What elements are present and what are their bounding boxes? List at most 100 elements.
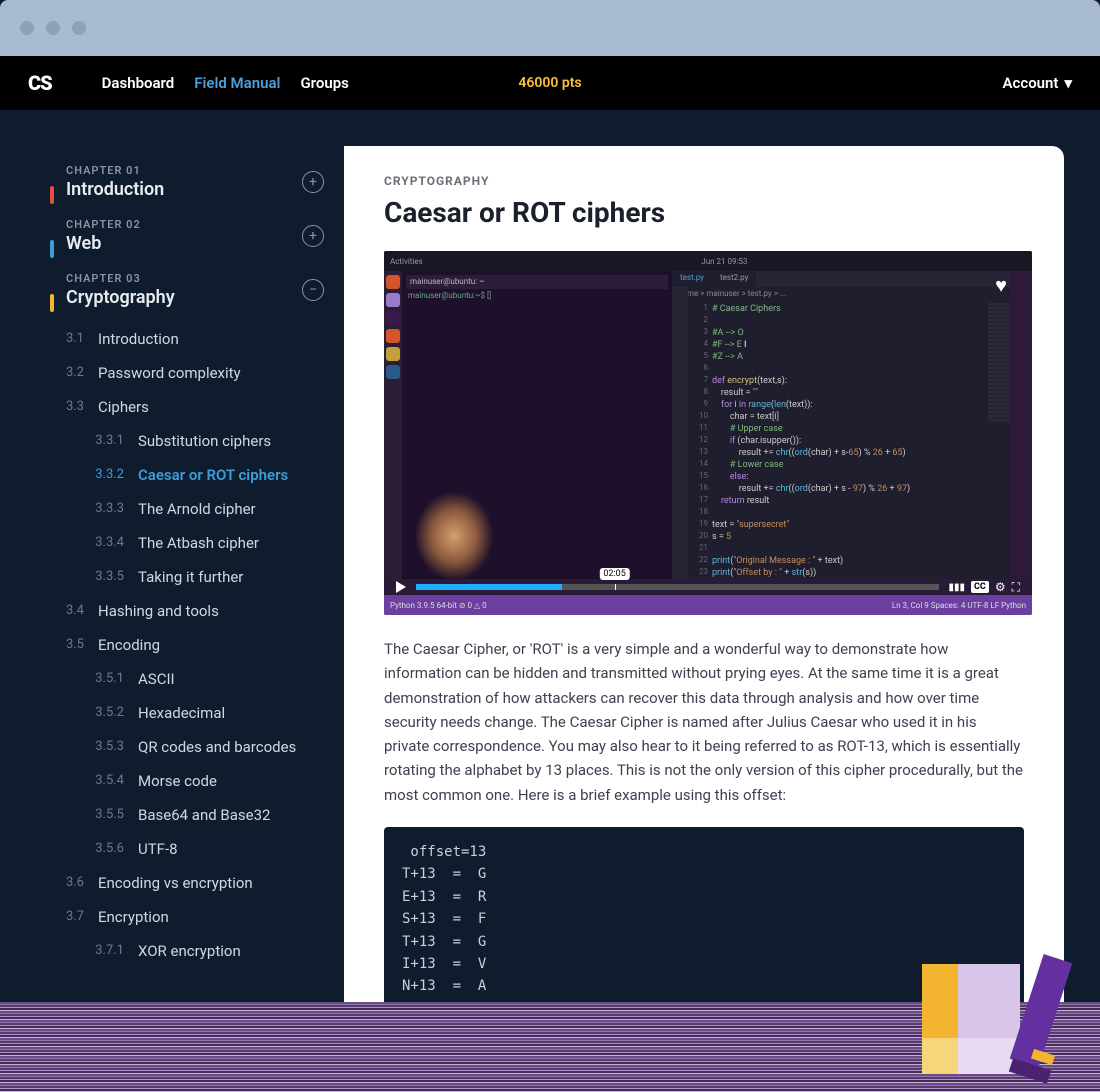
- toc-label: Ciphers: [98, 398, 149, 416]
- nav-dashboard[interactable]: Dashboard: [102, 74, 175, 92]
- toc-item[interactable]: 3.5.5Base64 and Base32: [56, 798, 324, 832]
- fullscreen-icon[interactable]: ⛶: [1012, 580, 1020, 595]
- toc-num: 3.5: [56, 636, 84, 654]
- toc-label: ASCII: [138, 670, 175, 688]
- chapter-2[interactable]: CHAPTER 02 Web +: [56, 218, 324, 254]
- editor-minimap: [988, 303, 1010, 423]
- toc-num: 3.5.6: [80, 840, 124, 858]
- sidebar: CHAPTER 01 Introduction + CHAPTER 02 Web…: [36, 146, 344, 1046]
- progress-bar[interactable]: 02:05: [416, 584, 939, 590]
- toc-label: Hexadecimal: [138, 704, 225, 722]
- toc-num: 3.3: [56, 398, 84, 416]
- expand-icon[interactable]: +: [302, 225, 324, 247]
- toc-num: 3.2: [56, 364, 84, 382]
- toc-num: 3.1: [56, 330, 84, 348]
- toc-item[interactable]: 3.3 Ciphers: [56, 390, 324, 424]
- gear-icon[interactable]: ⚙: [995, 580, 1006, 594]
- toc-item[interactable]: 3.1 Introduction: [56, 322, 324, 356]
- editor-code: # Caesar Ciphers #A --> O #F --> E I #Z …: [712, 303, 1006, 591]
- chapter-color-bar: [50, 294, 54, 312]
- toc-label: XOR encryption: [138, 942, 241, 960]
- toc-item[interactable]: 3.4Hashing and tools: [56, 594, 324, 628]
- toc-label: Encryption: [98, 908, 169, 926]
- nav-groups[interactable]: Groups: [300, 74, 348, 92]
- toc-label: Taking it further: [138, 568, 243, 586]
- video-controls[interactable]: 02:05 ▮▮▮ CC ⚙ ⛶: [384, 579, 1032, 595]
- toc-label: Introduction: [98, 330, 179, 348]
- breadcrumb: CRYPTOGRAPHY: [384, 174, 1024, 188]
- toc-label: The Arnold cipher: [138, 500, 256, 518]
- chapter-title: Introduction: [66, 179, 164, 200]
- heart-icon[interactable]: ♥: [995, 273, 1007, 298]
- chapter-color-bar: [50, 186, 54, 204]
- play-icon[interactable]: [396, 581, 406, 593]
- toc-item[interactable]: 3.7Encryption: [56, 900, 324, 934]
- toc-item[interactable]: 3.3.1 Substitution ciphers: [56, 424, 324, 458]
- toc-item[interactable]: 3.5.1 ASCII: [56, 662, 324, 696]
- chapter-title: Cryptography: [66, 287, 175, 308]
- browser-dot: [72, 21, 86, 35]
- toc-label: The Atbash cipher: [138, 534, 259, 552]
- toc-item[interactable]: 3.3.4The Atbash cipher: [56, 526, 324, 560]
- expand-icon[interactable]: +: [302, 171, 324, 193]
- toc-item[interactable]: 3.5.4 Morse code: [56, 764, 324, 798]
- toc-label: Base64 and Base32: [138, 806, 270, 824]
- toc-item[interactable]: 3.2 Password complexity: [56, 356, 324, 390]
- toc-item[interactable]: 3.5.3 QR codes and barcodes: [56, 730, 324, 764]
- content-area: CRYPTOGRAPHY Caesar or ROT ciphers Activ…: [344, 146, 1064, 1046]
- toc-item[interactable]: 3.5 Encoding: [56, 628, 324, 662]
- progress-marker: [615, 584, 616, 590]
- chapter-color-bar: [50, 240, 54, 258]
- chapter-num: CHAPTER 02: [66, 218, 141, 231]
- cc-button[interactable]: CC: [971, 581, 989, 593]
- toc-label: Encoding vs encryption: [98, 874, 253, 892]
- toc-item[interactable]: 3.3.3 The Arnold cipher: [56, 492, 324, 526]
- corner-badge: [922, 964, 1052, 1084]
- toc-num: 3.3.5: [80, 568, 124, 586]
- points-badge: 46000 pts: [518, 75, 581, 91]
- toc-item[interactable]: 3.7.1 XOR encryption: [56, 934, 324, 968]
- chapter-num: CHAPTER 01: [66, 164, 164, 177]
- collapse-icon[interactable]: −: [302, 279, 324, 301]
- toc-num: 3.5.2: [80, 704, 124, 722]
- toc-item[interactable]: 3.5.2 Hexadecimal: [56, 696, 324, 730]
- video-statusbar: Python 3.9.5 64-bit ⊘ 0 △ 0Ln 3, Col 9 S…: [384, 595, 1032, 615]
- toc-item[interactable]: 3.3.5 Taking it further: [56, 560, 324, 594]
- time-tooltip: 02:05: [599, 568, 629, 580]
- chapter-title: Web: [66, 233, 141, 254]
- toc-label: Encoding: [98, 636, 160, 654]
- account-label: Account: [1003, 74, 1059, 92]
- toc-num: 3.5.3: [80, 738, 124, 756]
- toc-num: 3.5.1: [80, 670, 124, 688]
- toc-item[interactable]: 3.3.2 Caesar or ROT ciphers: [56, 458, 324, 492]
- nav-field-manual[interactable]: Field Manual: [194, 74, 280, 92]
- toc-label: Morse code: [138, 772, 217, 790]
- toc-num: 3.3.2: [80, 466, 124, 484]
- video-player[interactable]: ActivitiesJun 21 09:53 mainuser@ubuntu: …: [384, 251, 1032, 615]
- video-code-editor: test.py test2.py home > mainuser > test.…: [672, 271, 1010, 579]
- logo[interactable]: CS: [28, 71, 52, 95]
- browser-dot: [46, 21, 60, 35]
- toc-label: QR codes and barcodes: [138, 738, 296, 756]
- toc-label: Hashing and tools: [98, 602, 219, 620]
- chapter-3[interactable]: CHAPTER 03 Cryptography − 3.1 Introductio…: [56, 272, 324, 968]
- browser-chrome: [0, 0, 1100, 56]
- chapter-num: CHAPTER 03: [66, 272, 175, 285]
- navbar: CS Dashboard Field Manual Groups 46000 p…: [0, 56, 1100, 110]
- toc-item[interactable]: 3.6Encoding vs encryption: [56, 866, 324, 900]
- toc-num: 3.5.4: [80, 772, 124, 790]
- toc-num: 3.7.1: [80, 942, 124, 960]
- video-dock: [384, 271, 402, 591]
- toc-label: Password complexity: [98, 364, 241, 382]
- body-text: The Caesar Cipher, or 'ROT' is a very si…: [384, 637, 1024, 807]
- toc-item[interactable]: 3.5.6UTF-8: [56, 832, 324, 866]
- toc-num: 3.3.1: [80, 432, 124, 450]
- video-desktop-top: ActivitiesJun 21 09:53: [384, 251, 1032, 271]
- chevron-down-icon: ▾: [1064, 74, 1072, 92]
- toc-num: 3.3.3: [80, 500, 124, 518]
- toc-label: Caesar or ROT ciphers: [138, 466, 288, 484]
- progress-fill: [416, 584, 562, 590]
- account-menu[interactable]: Account ▾: [1003, 74, 1072, 92]
- toc-label: Substitution ciphers: [138, 432, 271, 450]
- chapter-1[interactable]: CHAPTER 01 Introduction +: [56, 164, 324, 200]
